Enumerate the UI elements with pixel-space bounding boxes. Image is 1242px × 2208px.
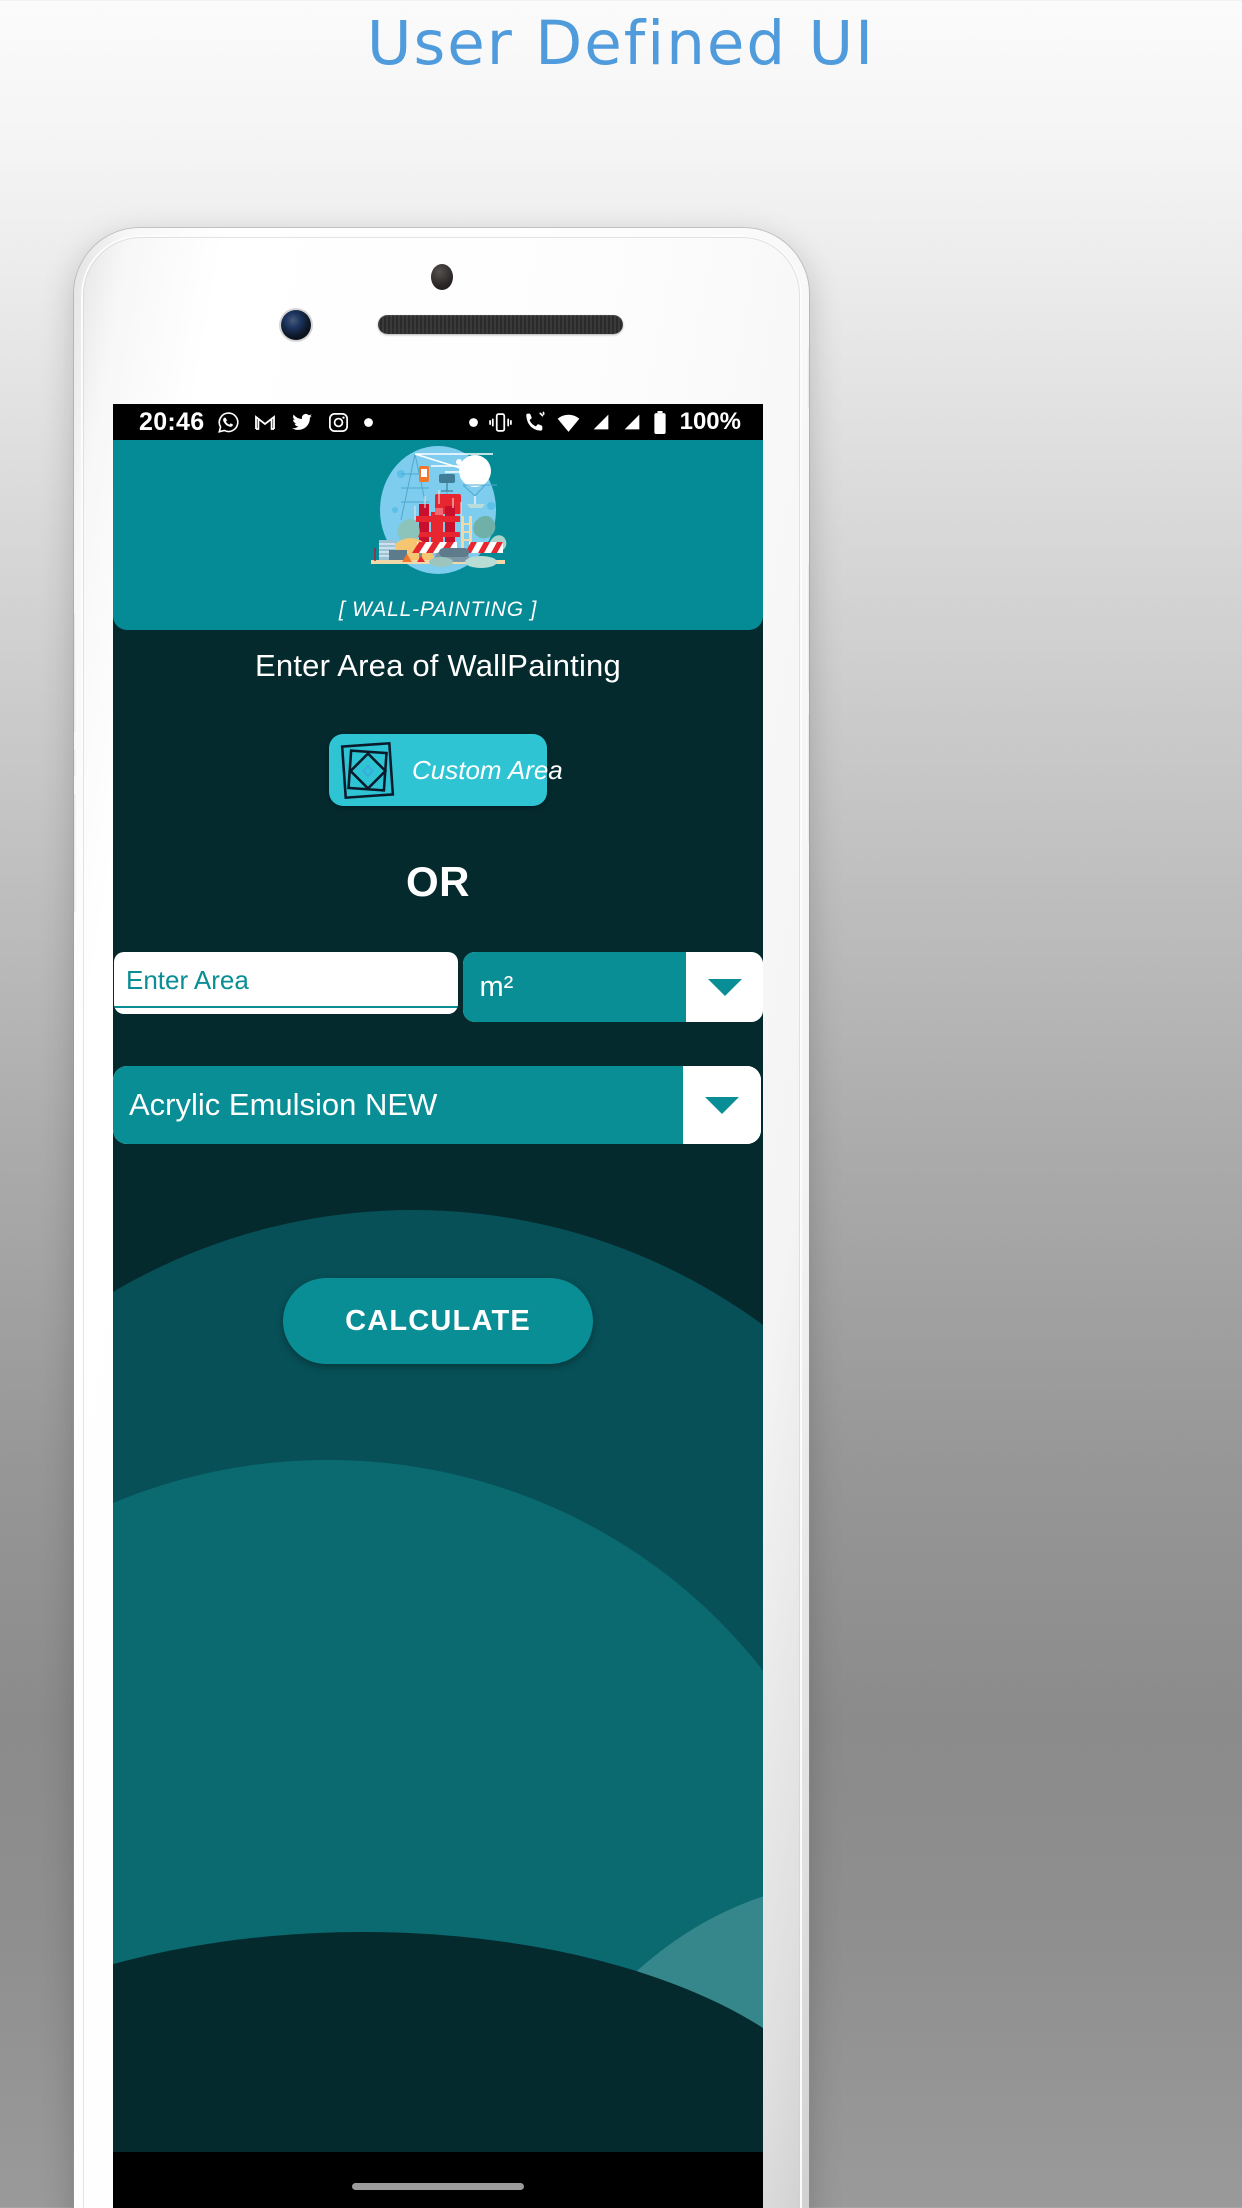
status-bar-left: 20:46 bbox=[113, 408, 374, 437]
status-bar: 20:46 100% bbox=[113, 404, 763, 440]
header-caption: [ WALL-PAINTING ] bbox=[338, 598, 538, 621]
app-header-banner: [ WALL-PAINTING ] bbox=[113, 440, 763, 630]
wifi-icon bbox=[556, 410, 581, 435]
left-side-button-upper[interactable] bbox=[74, 614, 77, 732]
call-icon bbox=[522, 410, 547, 435]
app-content: [ WALL-PAINTING ] Enter Area of WallPain… bbox=[113, 440, 763, 2152]
paint-type-dropdown[interactable]: Acrylic Emulsion NEW bbox=[113, 1066, 761, 1144]
or-divider-label: OR bbox=[406, 858, 470, 905]
battery-icon bbox=[652, 410, 668, 435]
phone-screen: 20:46 100% [WALL-PAINTING] Enter Area … bbox=[113, 404, 763, 2208]
chevron-down-icon bbox=[705, 1096, 739, 1114]
home-gesture-pill[interactable] bbox=[352, 2182, 524, 2190]
status-bar-clock: 20:46 bbox=[139, 407, 205, 436]
navigation-bar bbox=[113, 2152, 763, 2208]
unit-dropdown-arrow[interactable] bbox=[686, 952, 763, 1022]
gmail-icon bbox=[253, 410, 277, 434]
unit-dropdown-value: m² bbox=[463, 952, 686, 1022]
battery-percentage-label: 100% bbox=[679, 408, 741, 435]
notification-dot-icon bbox=[363, 417, 374, 428]
signal-icon bbox=[590, 411, 612, 433]
volume-up-button[interactable] bbox=[806, 564, 809, 692]
signal-icon-secondary bbox=[621, 411, 643, 433]
area-input-container bbox=[114, 952, 459, 1014]
page-title: User Defined UI bbox=[366, 8, 876, 79]
area-input[interactable] bbox=[114, 960, 459, 1008]
volume-down-button[interactable] bbox=[806, 714, 809, 842]
paint-type-dropdown-arrow[interactable] bbox=[683, 1066, 761, 1144]
custom-area-button[interactable]: Custom Area bbox=[329, 734, 563, 806]
unit-dropdown[interactable]: m² bbox=[463, 952, 763, 1022]
front-camera-icon bbox=[281, 310, 311, 340]
left-side-button-middle[interactable] bbox=[74, 750, 77, 776]
wall-painting-construction-illustration bbox=[371, 446, 507, 574]
phone-mockup: 20:46 100% [WALL-PAINTING] Enter Area … bbox=[74, 228, 809, 2208]
area-entry-row: m² bbox=[113, 952, 763, 1022]
twitter-icon bbox=[290, 410, 314, 434]
chevron-down-icon bbox=[707, 978, 742, 996]
earpiece-speaker-icon bbox=[378, 315, 623, 334]
whatsapp-icon bbox=[217, 411, 240, 434]
dot-icon bbox=[468, 417, 479, 428]
status-bar-right: 100% bbox=[468, 408, 741, 436]
page-prompt-title: Enter Area of WallPainting bbox=[255, 648, 621, 683]
calculate-button[interactable]: CALCULATE bbox=[283, 1278, 593, 1364]
instagram-icon bbox=[327, 411, 350, 434]
power-button[interactable] bbox=[806, 348, 809, 408]
proximity-sensor-icon bbox=[430, 264, 453, 290]
vibrate-icon bbox=[488, 410, 513, 435]
left-side-button-lower[interactable] bbox=[74, 794, 77, 912]
custom-area-button-label: Custom Area bbox=[412, 754, 563, 785]
custom-area-diamond-icon bbox=[340, 741, 395, 799]
paint-type-dropdown-value: Acrylic Emulsion NEW bbox=[113, 1066, 683, 1144]
